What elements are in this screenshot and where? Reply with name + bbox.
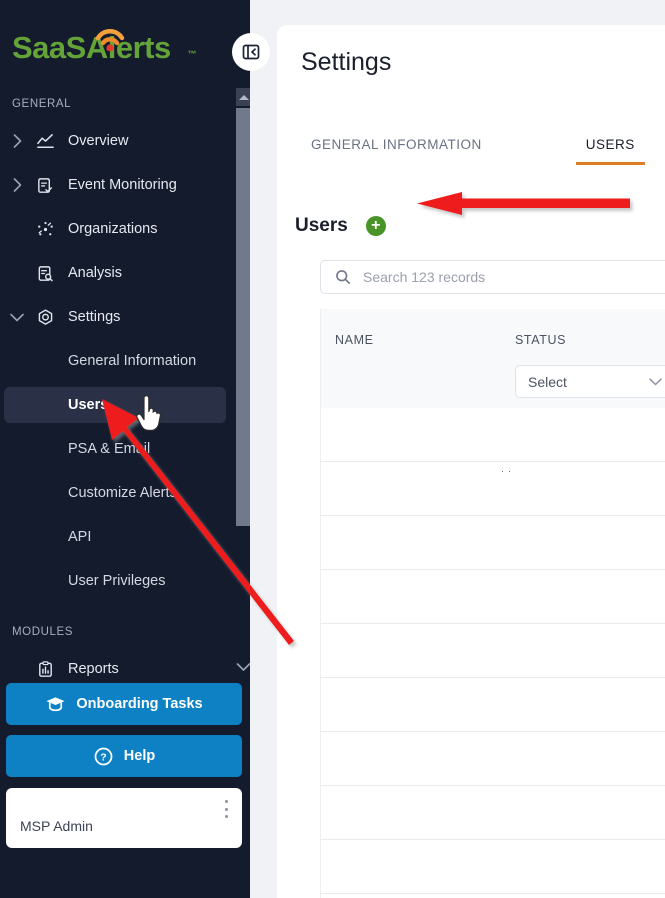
table-row[interactable]: [320, 840, 665, 894]
table-row[interactable]: [320, 678, 665, 732]
sidebar-item-user-privileges[interactable]: User Privileges: [4, 563, 226, 599]
add-user-button[interactable]: +: [366, 216, 386, 236]
panel-collapse-left-icon[interactable]: [232, 33, 270, 71]
column-header-name: NAME: [335, 333, 374, 347]
hexagon-gear-icon: [30, 308, 60, 327]
table-header: NAME STATUS Select: [320, 309, 665, 408]
chevron-right-icon[interactable]: [4, 134, 30, 148]
sidebar-item-organizations[interactable]: Organizations: [4, 210, 226, 248]
logo-text-saas: SaaS: [12, 30, 86, 65]
onboarding-tasks-button[interactable]: Onboarding Tasks: [6, 683, 242, 725]
sidebar-item-api[interactable]: API: [4, 519, 226, 555]
table-row[interactable]: [320, 570, 665, 624]
sidebar-item-label: Analysis: [68, 265, 122, 281]
sidebar-item-customize-alerts[interactable]: Customize Alerts: [4, 475, 226, 511]
users-table: NAME STATUS Select: [320, 309, 665, 898]
table-row[interactable]: [320, 408, 665, 462]
users-heading: Users: [295, 215, 348, 237]
column-header-status: STATUS: [515, 333, 566, 347]
chart-line-icon: [30, 132, 60, 151]
clipboard-search-icon: [30, 264, 60, 283]
scrollbar-up-arrow[interactable]: [236, 88, 250, 106]
tab-bar: GENERAL INFORMATION USERS: [301, 130, 645, 165]
table-row[interactable]: [320, 462, 665, 516]
sidebar-subitem-label: API: [68, 529, 91, 545]
search-box[interactable]: [320, 260, 665, 294]
table-row[interactable]: [320, 732, 665, 786]
table-row[interactable]: [320, 894, 665, 898]
sidebar-item-analysis[interactable]: Analysis: [4, 254, 226, 292]
sidebar-item-overview[interactable]: Overview: [4, 122, 226, 160]
sidebar-item-users[interactable]: Users: [4, 387, 226, 423]
sidebar-item-label: Settings: [68, 309, 120, 325]
wifi-signal-icon: [95, 29, 125, 51]
sidebar-item-label: Overview: [68, 133, 128, 149]
help-button[interactable]: ? Help: [6, 735, 242, 777]
saas-alerts-logo[interactable]: SaaSAlerts ™: [12, 28, 187, 68]
scrollbar-thumb[interactable]: [236, 108, 250, 526]
sidebar-item-settings[interactable]: Settings: [4, 298, 226, 336]
page-title: Settings: [301, 48, 391, 77]
sidebar-subitem-label: User Privileges: [68, 573, 166, 589]
app-root: SaaSAlerts ™ GENERAL Overview: [0, 0, 665, 898]
search-input[interactable]: [363, 269, 663, 285]
chevron-down-icon[interactable]: [236, 659, 250, 677]
sidebar-subitem-label: General Information: [68, 353, 196, 369]
onboarding-tasks-label: Onboarding Tasks: [76, 696, 202, 712]
sidebar-item-psa-email[interactable]: PSA & Email: [4, 431, 226, 467]
sidebar-item-general-information[interactable]: General Information: [4, 343, 226, 379]
sidebar-section-modules: MODULES: [12, 626, 73, 638]
sidebar-section-general: GENERAL: [12, 98, 71, 110]
sidebar-item-label: Event Monitoring: [68, 177, 177, 193]
kebab-menu-icon[interactable]: [224, 800, 228, 818]
sidebar-item-label: Reports: [68, 661, 119, 677]
row-loading-dots: ··: [501, 466, 515, 476]
status-filter-value: Select: [528, 374, 567, 390]
sidebar-subitem-label: PSA & Email: [68, 441, 150, 457]
main-panel: Settings GENERAL INFORMATION USERS Users…: [277, 25, 665, 898]
status-filter-select[interactable]: Select: [515, 365, 665, 398]
table-row[interactable]: [320, 786, 665, 840]
svg-text:?: ?: [100, 751, 106, 763]
logo-trademark: ™: [188, 34, 197, 74]
account-name: MSP Admin: [20, 818, 93, 834]
sidebar-item-event-monitoring[interactable]: Event Monitoring: [4, 166, 226, 204]
sparkle-icon: [30, 220, 60, 239]
sidebar-scrollbar[interactable]: [236, 88, 250, 633]
sidebar: SaaSAlerts ™ GENERAL Overview: [0, 0, 250, 898]
help-label: Help: [124, 748, 155, 764]
table-row[interactable]: [320, 624, 665, 678]
graduation-cap-icon: [45, 695, 66, 713]
chevron-down-icon[interactable]: [4, 313, 30, 322]
clipboard-check-icon: [30, 176, 60, 195]
tab-users[interactable]: USERS: [576, 130, 645, 165]
chevron-down-icon: [649, 373, 662, 391]
account-card[interactable]: MSP Admin: [6, 788, 242, 848]
table-row[interactable]: [320, 516, 665, 570]
sidebar-subitem-label: Users: [68, 397, 108, 413]
chevron-right-icon[interactable]: [4, 178, 30, 192]
search-icon: [335, 269, 351, 285]
report-chart-icon: [30, 660, 60, 679]
users-section-header: Users +: [295, 215, 386, 237]
sidebar-item-label: Organizations: [68, 221, 157, 237]
tab-general-information[interactable]: GENERAL INFORMATION: [301, 130, 492, 165]
question-circle-icon: ?: [93, 746, 114, 767]
sidebar-subitem-label: Customize Alerts: [68, 485, 177, 501]
